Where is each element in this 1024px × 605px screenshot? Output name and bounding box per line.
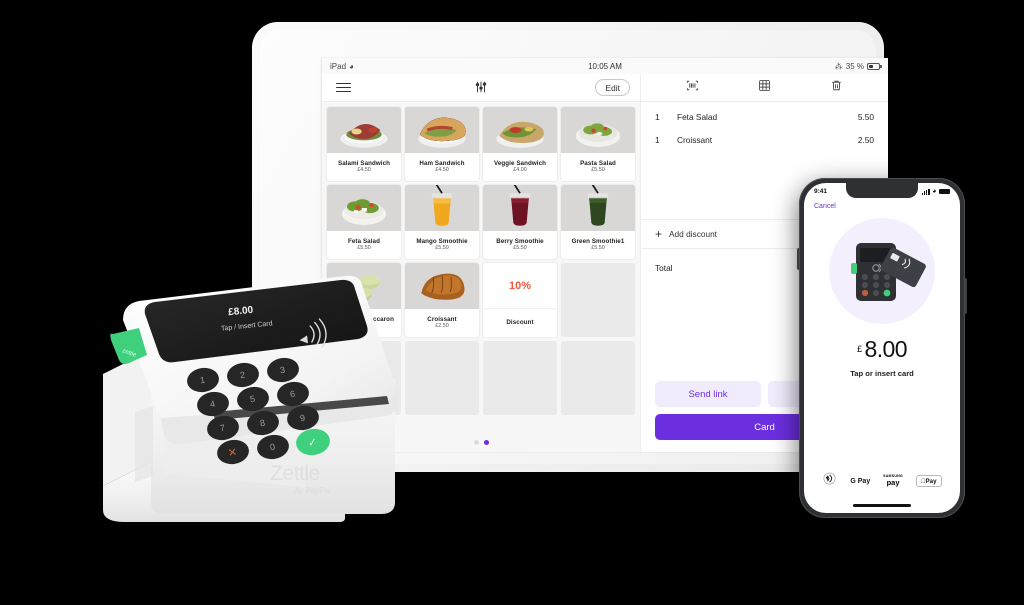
page-dot[interactable]	[473, 440, 479, 445]
product-name: Veggie Sandwich	[493, 159, 547, 167]
svg-text:Zettle: Zettle	[270, 462, 320, 485]
product-tile[interactable]: Feta Salad £5.50	[327, 185, 401, 259]
page-dot[interactable]	[483, 440, 489, 445]
wifi-icon: ◕	[349, 61, 354, 71]
phone-amount: £8.00	[804, 336, 960, 363]
veggie-sandwich-photo	[483, 107, 557, 153]
product-name: Pasta Salad	[580, 159, 616, 167]
tablet-status-bar: iPad ◕ 10:05 AM ⁂ 35 %	[322, 58, 888, 74]
product-price: £4.50	[435, 166, 449, 173]
line-name: Feta Salad	[677, 112, 718, 122]
croissant-photo	[405, 263, 479, 309]
berry-smoothie-photo	[483, 185, 557, 231]
product-tile[interactable]: Salami Sandwich £4.50	[327, 107, 401, 181]
status-time: 10:05 AM	[588, 61, 622, 71]
device-name: iPad	[330, 61, 347, 71]
tablet-app-bar: Edit	[322, 74, 888, 102]
product-tile[interactable]: Mango Smoothie £5.50	[405, 185, 479, 259]
cart-line-item[interactable]: 1 Croissant 2.50	[655, 135, 874, 145]
salami-sandwich-photo	[327, 107, 401, 153]
cellular-signal-icon	[921, 188, 930, 195]
trash-icon[interactable]	[830, 79, 843, 97]
hamburger-menu-icon[interactable]	[336, 82, 351, 93]
battery-percent: 35 %	[845, 61, 864, 71]
product-name: Mango Smoothie	[416, 237, 468, 245]
cancel-button[interactable]: Cancel	[804, 200, 960, 210]
empty-product-slot[interactable]	[483, 341, 557, 415]
add-discount-label: Add discount	[669, 228, 717, 239]
pasta-salad-photo	[561, 107, 635, 153]
product-scene: iPad ◕ 10:05 AM ⁂ 35 % Edit Salami Sandw…	[0, 0, 1024, 605]
phone-amount-value: 8.00	[864, 336, 908, 362]
product-tile[interactable]: Veggie Sandwich £4.00	[483, 107, 557, 181]
bluetooth-icon: ⁂	[834, 61, 843, 71]
phone-device: 9:41 ◕ Cancel £ 8.00 Tap or insert card …	[797, 178, 967, 518]
phone-prompt: Tap or insert card	[850, 369, 914, 378]
samsung-pay-logo: SAMSUNG pay	[883, 474, 903, 488]
feta-salad-photo	[327, 185, 401, 231]
product-price: £5.50	[591, 244, 605, 251]
svg-text:✓: ✓	[307, 436, 318, 449]
edit-button[interactable]: Edit	[595, 79, 630, 96]
product-name: Green Smoothie1	[571, 237, 625, 245]
filter-sliders-icon[interactable]	[474, 80, 488, 99]
product-tile[interactable]: Berry Smoothie £5.50	[483, 185, 557, 259]
product-tile[interactable]: Ham Sandwich £4.50	[405, 107, 479, 181]
discount-value: 10%	[483, 263, 557, 309]
phone-home-indicator[interactable]	[853, 504, 911, 507]
battery-icon	[939, 188, 950, 195]
product-name: Feta Salad	[348, 237, 380, 245]
svg-text:by PayPal: by PayPal	[295, 486, 331, 495]
empty-product-slot[interactable]	[561, 263, 635, 337]
product-price: £5.50	[357, 244, 371, 251]
mango-smoothie-photo	[405, 185, 479, 231]
wifi-icon: ◕	[932, 188, 937, 195]
phone-time: 9:41	[814, 188, 828, 195]
contactless-icon	[822, 471, 837, 491]
product-price: £5.50	[435, 244, 449, 251]
product-price: £4.50	[357, 166, 371, 173]
svg-text:✕: ✕	[227, 446, 238, 459]
product-tile[interactable]: Pasta Salad £5.50	[561, 107, 635, 181]
product-name: Salami Sandwich	[337, 159, 391, 167]
product-price: £5.50	[513, 244, 527, 251]
discount-label: Discount	[506, 318, 534, 326]
line-qty: 1	[655, 135, 660, 145]
plus-icon: +	[655, 226, 663, 241]
line-qty: 1	[655, 112, 660, 122]
line-price: 2.50	[857, 135, 874, 145]
empty-product-slot[interactable]	[405, 341, 479, 415]
green-smoothie-photo	[561, 185, 635, 231]
google-pay-logo: G Pay	[850, 477, 871, 485]
total-label: Total	[655, 262, 673, 273]
apple-pay-logo: Pay	[915, 475, 942, 487]
discount-tile[interactable]: 10% Discount	[483, 263, 557, 337]
product-price: £5.50	[591, 166, 605, 173]
phone-status-bar: 9:41 ◕	[804, 183, 960, 200]
product-name: Ham Sandwich	[419, 159, 465, 167]
send-link-button[interactable]: Send link	[655, 381, 761, 407]
keypad-grid-icon[interactable]	[758, 79, 771, 97]
product-tile[interactable]: Green Smoothie1 £5.50	[561, 185, 635, 259]
cart-line-item[interactable]: 1 Feta Salad 5.50	[655, 112, 874, 122]
ham-sandwich-photo	[405, 107, 479, 153]
accepted-payment-methods: G Pay SAMSUNG pay Pay	[804, 471, 960, 491]
card-reader-group: zettle £8.00 Tap / Insert Card 1 2 3 4 5…	[95, 262, 415, 522]
empty-product-slot[interactable]	[561, 341, 635, 415]
line-name: Croissant	[677, 135, 713, 145]
phone-currency: £	[857, 344, 862, 354]
product-price: £2.50	[435, 322, 449, 329]
product-name: Berry Smoothie	[496, 237, 544, 245]
phone-screen: 9:41 ◕ Cancel £ 8.00 Tap or insert card …	[804, 183, 960, 513]
barcode-scan-icon[interactable]	[686, 79, 699, 97]
line-price: 5.50	[857, 112, 874, 122]
battery-icon	[867, 62, 882, 70]
product-price: £4.00	[513, 166, 527, 173]
product-tile[interactable]: Croissant £2.50	[405, 263, 479, 337]
card-reader-tap-illustration	[804, 218, 960, 324]
product-name: Croissant	[427, 315, 457, 323]
